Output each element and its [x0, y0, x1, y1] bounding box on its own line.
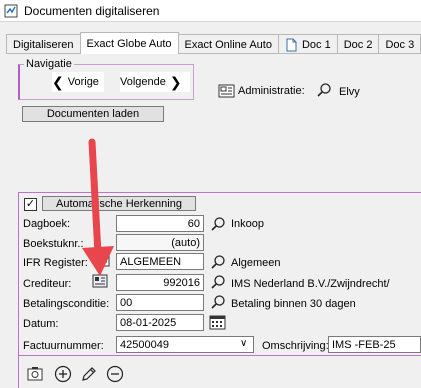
app-icon: [4, 4, 18, 17]
tab-exact-online-auto[interactable]: Exact Online Auto: [177, 34, 279, 54]
edit-pencil-icon[interactable]: [80, 365, 98, 383]
betalingsconditie-field[interactable]: 00: [116, 294, 204, 311]
crediteur-description: IMS Nederland B.V./Zwijndrecht/: [231, 278, 390, 290]
search-icon[interactable]: [210, 216, 226, 232]
tab-doc-1[interactable]: Doc 1: [277, 34, 338, 54]
administration-value: Elvy: [339, 86, 360, 98]
chevron-right-icon: ❯: [169, 74, 182, 90]
register-icon[interactable]: [96, 253, 110, 267]
boekstuknr-field: (auto): [116, 234, 204, 251]
betalingsconditie-label: Betalingsconditie:: [23, 298, 110, 310]
dagboek-value: 60: [187, 217, 200, 230]
tab-exact-globe-auto[interactable]: Exact Globe Auto: [79, 32, 179, 54]
datum-field[interactable]: 08-01-2025: [116, 314, 204, 331]
bottom-toolbar: [18, 356, 421, 388]
search-icon[interactable]: [316, 82, 332, 98]
dagboek-field[interactable]: 60: [116, 215, 204, 232]
tab-doc-3[interactable]: Doc 3: [378, 34, 421, 54]
ifr-register-value: ALGEMEEN: [120, 255, 182, 268]
datum-label: Datum:: [23, 318, 59, 330]
crediteur-value: 992016: [163, 276, 200, 289]
auto-recognition-button[interactable]: Automatische Herkenning: [42, 196, 196, 211]
tab-label: Doc 2: [343, 38, 373, 51]
dagboek-label: Dagboek:: [23, 218, 71, 230]
calendar-icon[interactable]: [209, 314, 226, 330]
remove-icon[interactable]: [106, 365, 124, 383]
previous-button[interactable]: ❮ Vorige: [52, 72, 104, 92]
load-documents-button[interactable]: Documenten laden: [22, 106, 164, 122]
search-icon[interactable]: [210, 274, 226, 290]
window-title: Documenten digitaliseren: [24, 3, 160, 18]
document-icon: [286, 38, 297, 51]
search-icon[interactable]: [210, 254, 226, 270]
tab-label: Doc 3: [385, 38, 415, 51]
auto-recognition-label: Automatische Herkenning: [56, 197, 182, 210]
tab-bar: Digitaliseren Exact Globe Auto Exact Onl…: [6, 32, 421, 54]
title-bar: Documenten digitaliseren: [0, 0, 421, 22]
betalingsconditie-description: Betaling binnen 30 dagen: [231, 298, 356, 310]
betalingsconditie-value: 00: [120, 296, 133, 309]
creditor-card-icon[interactable]: [92, 273, 108, 289]
auto-recognition-checkbox[interactable]: ✓: [24, 198, 37, 211]
chevron-down-icon[interactable]: ∨: [240, 338, 247, 349]
administration-icon: [218, 84, 235, 98]
search-icon[interactable]: [210, 294, 226, 310]
ifr-register-label: IFR Register:: [23, 257, 88, 269]
tab-label: Exact Online Auto: [184, 38, 272, 51]
tab-label: Exact Globe Auto: [86, 37, 172, 50]
chevron-left-icon: ❮: [52, 74, 64, 90]
boekstuknr-value: (auto): [171, 236, 200, 249]
next-label: Volgende: [120, 76, 166, 88]
crediteur-label: Crediteur:: [23, 278, 72, 290]
factuurnummer-label: Factuurnummer:: [23, 340, 104, 352]
omschrijving-value: IMS -FEB-25: [332, 338, 396, 351]
navigation-legend: Navigatie: [24, 58, 74, 70]
tab-label: Digitaliseren: [13, 38, 74, 51]
next-button[interactable]: Volgende ❯: [120, 72, 190, 92]
omschrijving-field[interactable]: IMS -FEB-25: [328, 336, 421, 353]
boekstuknr-label: Boekstuknr.:: [23, 238, 84, 250]
add-icon[interactable]: [54, 365, 72, 383]
crediteur-field[interactable]: 992016: [116, 274, 204, 291]
datum-value: 08-01-2025: [120, 316, 177, 329]
factuurnummer-value: 42500049: [120, 338, 169, 351]
load-documents-label: Documenten laden: [46, 108, 140, 120]
ifr-register-description: Algemeen: [231, 257, 281, 269]
tab-label: Doc 1: [301, 38, 331, 51]
administration-label: Administratie:: [238, 85, 305, 97]
tab-doc-2[interactable]: Doc 2: [336, 34, 380, 54]
previous-label: Vorige: [67, 76, 99, 88]
dagboek-description: Inkoop: [231, 218, 265, 230]
screen-capture-icon[interactable]: [26, 365, 44, 383]
omschrijving-label: Omschrijving:: [262, 340, 329, 352]
ifr-register-field[interactable]: ALGEMEEN: [116, 253, 204, 270]
tab-digitaliseren[interactable]: Digitaliseren: [6, 34, 81, 54]
factuurnummer-dropdown[interactable]: 42500049: [116, 336, 254, 353]
